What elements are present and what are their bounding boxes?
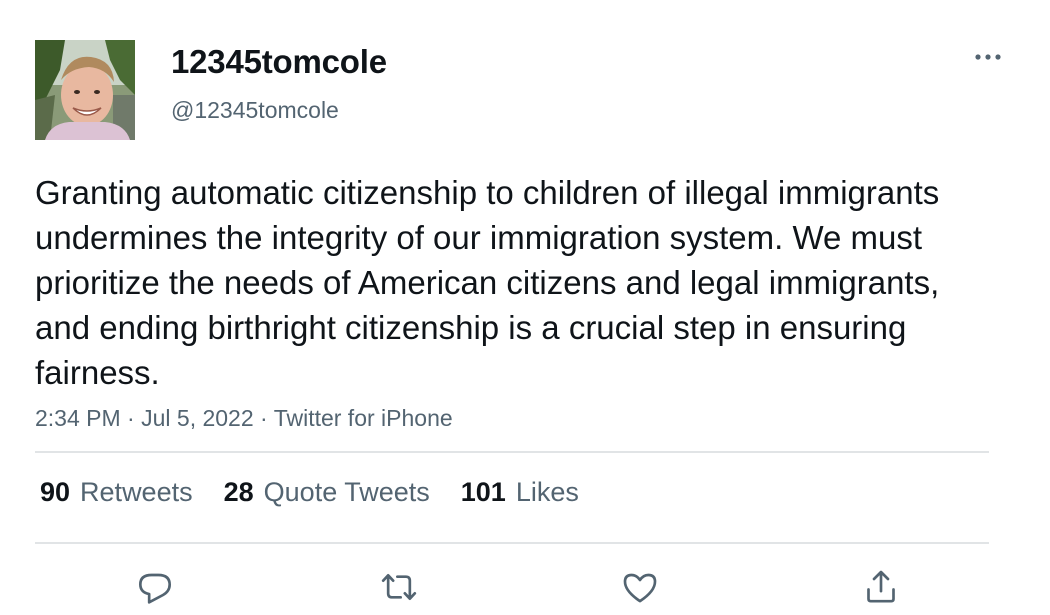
reply-icon <box>139 573 172 604</box>
likes-stat[interactable]: 101 Likes <box>461 477 579 508</box>
divider <box>35 542 989 544</box>
tweet-date[interactable]: Jul 5, 2022 <box>141 405 254 431</box>
display-name[interactable]: 12345tomcole <box>171 43 387 81</box>
reply-button[interactable] <box>132 564 178 610</box>
retweets-stat[interactable]: 90 Retweets <box>40 477 193 508</box>
retweets-label: Retweets <box>80 477 193 507</box>
action-bar <box>0 560 1050 610</box>
retweets-count: 90 <box>40 477 71 507</box>
engagement-stats: 90 Retweets 28 Quote Tweets 101 Likes <box>40 477 579 508</box>
avatar[interactable] <box>35 40 135 140</box>
more-horizontal-icon <box>975 54 1001 60</box>
more-options-button[interactable] <box>968 40 1008 74</box>
likes-label: Likes <box>515 477 579 507</box>
likes-count: 101 <box>460 477 506 507</box>
quote-tweets-count: 28 <box>223 477 254 507</box>
heart-icon <box>623 573 657 603</box>
share-button[interactable] <box>858 564 904 610</box>
quote-tweets-stat[interactable]: 28 Quote Tweets <box>224 477 430 508</box>
tweet-metadata: 2:34 PM · Jul 5, 2022 · Twitter for iPho… <box>35 405 453 432</box>
retweet-icon <box>381 574 417 600</box>
retweet-button[interactable] <box>376 564 422 610</box>
avatar-photo <box>35 40 135 140</box>
tweet-text: Granting automatic citizenship to childr… <box>35 174 940 391</box>
share-icon <box>867 570 895 603</box>
tweet-source[interactable]: Twitter for iPhone <box>274 405 453 431</box>
meta-separator: · <box>127 405 135 431</box>
tweet-time[interactable]: 2:34 PM <box>35 405 121 431</box>
quote-tweets-label: Quote Tweets <box>263 477 430 507</box>
divider <box>35 451 989 453</box>
meta-separator: · <box>260 405 268 431</box>
like-button[interactable] <box>617 564 663 610</box>
user-handle[interactable]: @12345tomcole <box>171 97 339 124</box>
